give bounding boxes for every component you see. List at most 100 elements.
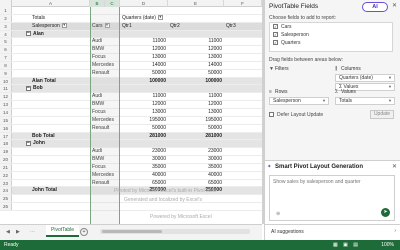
cell-a[interactable] [12, 180, 90, 187]
value-cell[interactable] [224, 203, 262, 210]
filter-dropdown-icon[interactable]: ▾ [104, 22, 110, 28]
car-cell[interactable] [90, 31, 120, 38]
car-cell[interactable]: BMW [90, 101, 120, 108]
value-cell[interactable]: 11000 [168, 38, 224, 45]
value-cell[interactable]: 13000 [120, 109, 168, 116]
attach-icon[interactable]: ⊕ [276, 211, 280, 217]
table-row[interactable]: 2 Totals Quarters (date) ▾ [0, 14, 262, 23]
row-number[interactable]: 11 [0, 85, 12, 93]
add-sheet-button[interactable]: + [80, 228, 88, 236]
value-cell[interactable]: 250000 [120, 187, 168, 194]
rows-field-pill[interactable]: Salesperson ▼ [269, 97, 329, 105]
cars-header-cell[interactable]: Cars ▾ [90, 23, 120, 30]
horizontal-scrollbar[interactable] [100, 229, 250, 234]
group-row[interactable]: 11− Bob [0, 85, 262, 94]
value-cell[interactable]: Qtr2 [168, 23, 224, 30]
cell-a[interactable] [12, 164, 90, 171]
value-cell[interactable] [224, 101, 262, 108]
value-cell[interactable] [120, 140, 168, 147]
car-cell[interactable]: Mercedes [90, 117, 120, 124]
select-all-corner[interactable] [0, 0, 12, 7]
filter-dropdown-icon[interactable]: ▾ [157, 15, 163, 21]
total-row[interactable]: 10 Alan Total 100000 100000 [0, 77, 262, 86]
car-cell[interactable]: Renault [90, 125, 120, 132]
tab-next-icon[interactable]: ▶ [16, 229, 20, 235]
cell-a[interactable] [12, 7, 90, 14]
columns-field-pill[interactable]: Quarters (date) ▼ [335, 74, 395, 82]
row-field-header-cell[interactable]: Salesperson ▾ [12, 23, 90, 30]
table-row[interactable]: 7 Focus 13000 13000 [0, 54, 262, 62]
value-cell[interactable] [168, 31, 224, 38]
car-cell[interactable] [90, 15, 120, 22]
table-row[interactable]: 22 Mercedes 40000 40000 [0, 171, 262, 180]
value-cell[interactable] [224, 78, 262, 85]
spreadsheet-grid[interactable]: A B C D E F 1 2 Totals Quarters (date) ▾ 3 Sal… [0, 0, 262, 224]
table-row[interactable]: 6 BMW 12000 12000 [0, 46, 262, 55]
value-cell[interactable] [168, 85, 224, 92]
total-label-cell[interactable]: Alan Total [12, 78, 90, 85]
value-cell[interactable]: Qtr3 [224, 23, 262, 30]
value-cell[interactable]: 195000 [168, 117, 224, 124]
value-cell[interactable]: 12000 [168, 46, 224, 53]
table-row[interactable]: 25 [0, 195, 262, 204]
chevron-down-icon[interactable]: ▼ [388, 98, 392, 104]
value-cell[interactable]: 12000 [120, 101, 168, 108]
send-button[interactable]: ➤ [381, 208, 390, 217]
sheet-tab-pivottable[interactable]: PivotTable [46, 225, 80, 237]
value-cell[interactable] [224, 15, 262, 22]
group-cell[interactable]: − Bob [12, 85, 90, 92]
cell-a[interactable] [12, 172, 90, 179]
row-number[interactable]: 15 [0, 116, 12, 124]
row-number[interactable]: 9 [0, 69, 12, 77]
update-button[interactable]: Update [370, 110, 394, 119]
car-cell[interactable]: Renault [90, 70, 120, 77]
car-cell[interactable]: Focus [90, 164, 120, 171]
value-cell[interactable] [168, 203, 224, 210]
value-cell[interactable]: 11000 [168, 93, 224, 100]
value-cell[interactable] [168, 15, 224, 22]
table-row[interactable]: 3 Salesperson ▾ Cars ▾ Qtr1 Qtr2 Qtr3 [0, 22, 262, 31]
row-number[interactable]: 10 [0, 77, 12, 85]
value-cell[interactable] [224, 62, 262, 69]
car-cell[interactable] [90, 140, 120, 147]
car-cell[interactable]: Mercedes [90, 62, 120, 69]
row-number[interactable]: 3 [0, 22, 12, 30]
car-cell[interactable]: Focus [90, 109, 120, 116]
table-row[interactable]: 19 Audi 23000 23000 [0, 148, 262, 157]
cell-a[interactable] [12, 117, 90, 124]
value-cell[interactable] [224, 133, 262, 140]
value-cell[interactable] [224, 156, 262, 163]
collapse-icon[interactable]: − [26, 140, 31, 146]
row-number[interactable]: 1 [0, 7, 12, 14]
row-number[interactable]: 16 [0, 124, 12, 132]
car-cell[interactable]: Focus [90, 54, 120, 61]
value-cell[interactable] [224, 187, 262, 194]
tab-prev-icon[interactable]: ◀ [6, 229, 10, 235]
car-cell[interactable] [90, 7, 120, 14]
cell-a[interactable] [12, 70, 90, 77]
cell-a[interactable] [12, 156, 90, 163]
value-cell[interactable] [120, 85, 168, 92]
table-row[interactable]: 8 Mercedes 14000 14000 [0, 61, 262, 70]
group-cell[interactable]: − John [12, 140, 90, 147]
table-row[interactable]: 26 [0, 203, 262, 211]
value-cell[interactable]: 40000 [168, 172, 224, 179]
value-cell[interactable] [224, 31, 262, 38]
value-cell[interactable] [120, 195, 168, 202]
checkbox-icon[interactable]: ✓ [273, 32, 278, 38]
car-cell[interactable]: Audi [90, 38, 120, 45]
value-cell[interactable] [168, 140, 224, 147]
smart-prompt-box[interactable]: ⊕ ➤ [269, 175, 395, 221]
value-cell[interactable]: 65000 [168, 180, 224, 187]
value-cell[interactable] [224, 70, 262, 77]
row-number[interactable]: 18 [0, 140, 12, 148]
group-row[interactable]: 18− John [0, 140, 262, 149]
value-cell[interactable]: 13000 [120, 54, 168, 61]
car-cell[interactable] [90, 187, 120, 194]
ai-assist-button[interactable]: AI [362, 2, 388, 12]
value-cell[interactable] [120, 7, 168, 14]
value-cell[interactable]: 30000 [168, 156, 224, 163]
cell-a[interactable] [12, 93, 90, 100]
row-number[interactable]: 2 [0, 14, 12, 22]
value-cell[interactable]: 13000 [168, 109, 224, 116]
